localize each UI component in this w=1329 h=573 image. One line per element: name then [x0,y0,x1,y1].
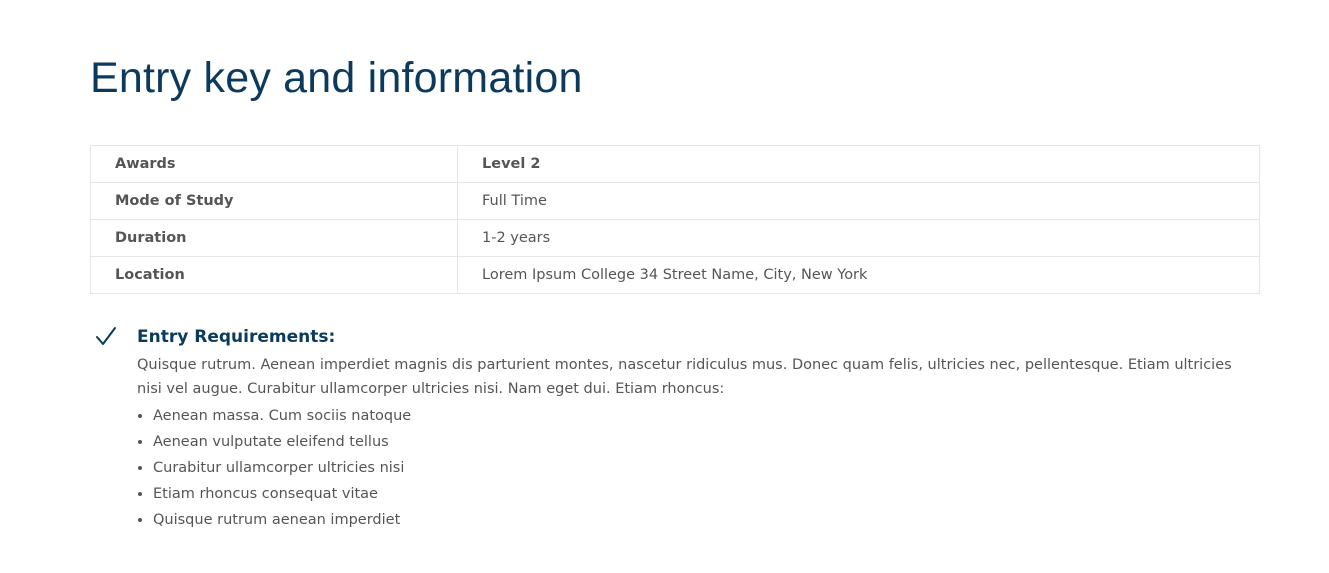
checkmark-icon [95,323,117,349]
entry-requirements-section: Entry Requirements: Quisque rutrum. Aene… [90,323,1260,533]
row-value: Full Time [457,182,1260,220]
row-label: Mode of Study [90,182,458,220]
list-item: Aenean massa. Cum sociis natoque [153,403,1260,429]
row-value: 1-2 years [457,219,1260,257]
row-label: Duration [90,219,458,257]
row-label: Awards [90,145,458,183]
list-item: Aenean vulputate eleifend tellus [153,429,1260,455]
entry-requirements-list: Aenean massa. Cum sociis natoque Aenean … [137,403,1260,533]
row-value: Lorem Ipsum College 34 Street Name, City… [457,256,1260,294]
page-title: Entry key and information [90,54,583,102]
table-row: Awards Level 2 [90,145,1260,183]
entry-requirements-title: Entry Requirements: [137,327,336,347]
list-item: Quisque rutrum aenean imperdiet [153,507,1260,533]
row-label: Location [90,256,458,294]
list-item: Curabitur ullamcorper ultricies nisi [153,455,1260,481]
entry-requirements-paragraph: Quisque rutrum. Aenean imperdiet magnis … [137,357,1232,397]
table-row: Location Lorem Ipsum College 34 Street N… [90,256,1260,294]
table-row: Duration 1-2 years [90,219,1260,257]
entry-info-table: Awards Level 2 Mode of Study Full Time D… [90,145,1260,294]
row-value: Level 2 [457,145,1260,183]
list-item: Etiam rhoncus consequat vitae [153,481,1260,507]
table-row: Mode of Study Full Time [90,182,1260,220]
